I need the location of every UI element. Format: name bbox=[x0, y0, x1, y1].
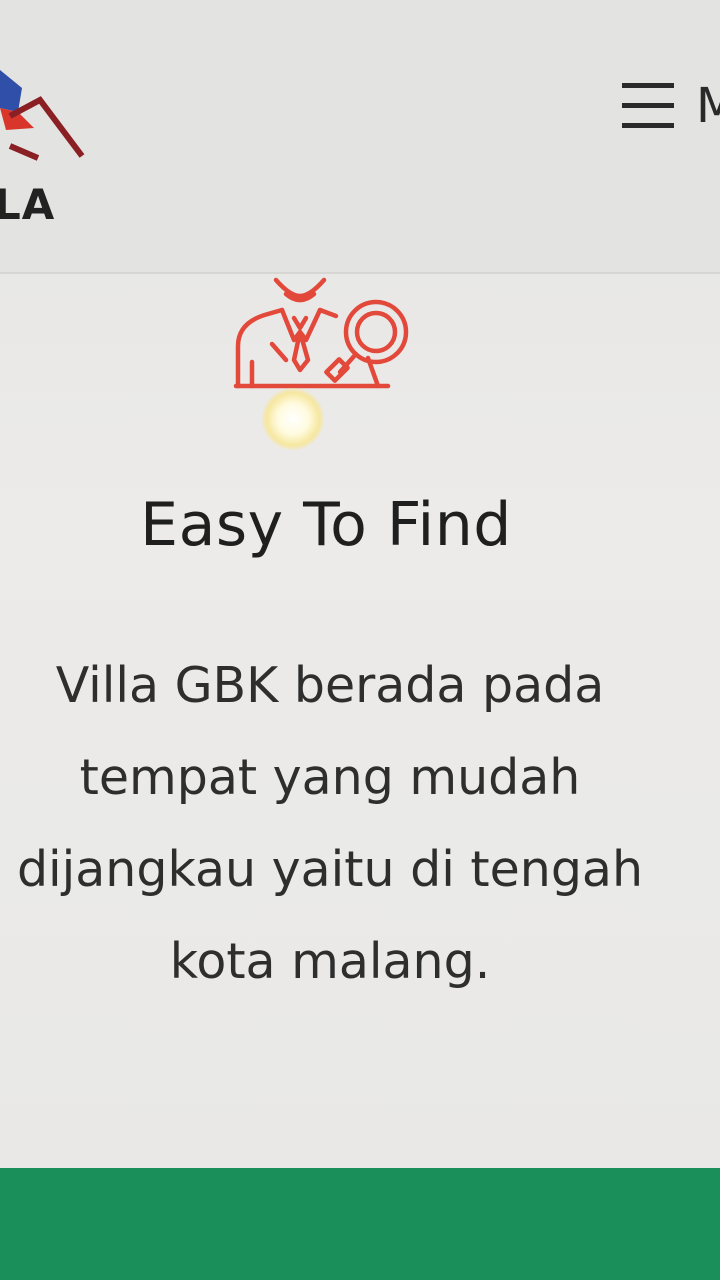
camera-glare bbox=[262, 388, 324, 450]
logo-text: LA bbox=[0, 180, 56, 229]
feature-title: Easy To Find bbox=[140, 490, 512, 560]
footer-bar bbox=[0, 1168, 720, 1280]
menu-label: M bbox=[696, 78, 720, 134]
hamburger-menu-icon bbox=[622, 83, 674, 128]
search-person-icon bbox=[233, 277, 409, 389]
page: LA M Easy To Find Villa GBK berada pada … bbox=[0, 0, 720, 1280]
feature-description: Villa GBK berada pada tempat yang mudah … bbox=[16, 657, 644, 990]
menu-button[interactable]: M bbox=[618, 78, 720, 134]
logo-icon[interactable] bbox=[0, 60, 90, 170]
site-header: LA M bbox=[0, 0, 720, 274]
